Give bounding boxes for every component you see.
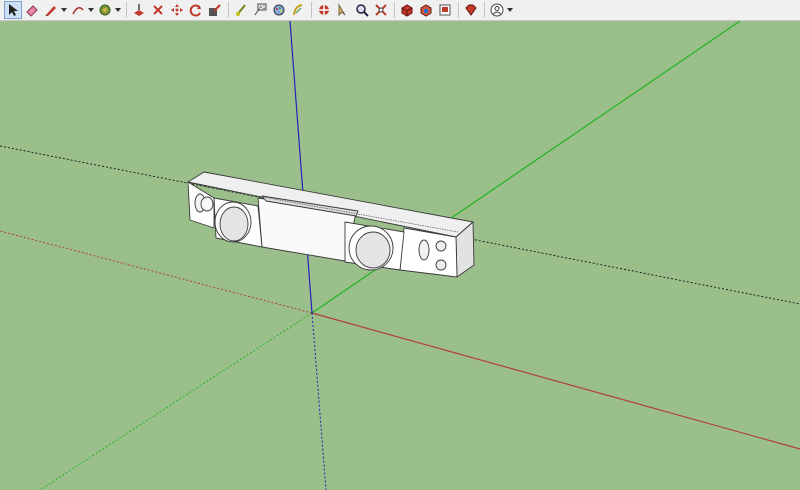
model-right-bottom-hole [435,259,447,271]
model-right-slot-hole [418,239,430,261]
zoom-window-tool-button[interactable] [353,1,371,19]
push-pull-icon [134,4,144,16]
orbit-tool-button[interactable] [289,1,307,19]
select-tool-button[interactable] [4,1,22,19]
send-to-layout-button[interactable] [436,1,454,19]
ruby-console-icon [465,4,477,16]
axes-tool-button[interactable] [270,1,288,19]
arc-icon [72,7,84,15]
user-account-menu-caret[interactable] [507,1,513,19]
push-pull-tool-button[interactable] [130,1,148,19]
toolbar-separator [484,2,485,18]
chevron-down-icon [507,8,513,12]
arrow-cursor-icon [9,4,18,16]
tape-measure-tool-button[interactable] [232,1,250,19]
extension-warehouse-button[interactable] [417,1,435,19]
chevron-down-icon [61,8,67,12]
red-axis-positive [311,312,800,450]
eraser-tool-button[interactable] [23,1,41,19]
follow-me-tool-button[interactable] [187,1,205,19]
toolbar-separator [394,2,395,18]
text-icon: A1 [254,3,267,16]
3d-model[interactable] [187,171,475,278]
toolbar-separator [228,2,229,18]
3d-warehouse-button[interactable] [398,1,416,19]
pencil-icon [45,6,56,17]
zoom-tool-button[interactable] [334,1,352,19]
green-axis-negative [39,312,313,490]
move-tool-button[interactable] [168,1,186,19]
tape-measure-icon [236,4,246,16]
move-icon [171,4,183,16]
line-tool-menu-caret[interactable] [61,1,67,19]
3d-viewport[interactable] [0,21,800,490]
pan-tool-button[interactable] [315,1,333,19]
user-account-button[interactable] [488,1,506,19]
blue-axis-positive [289,21,313,314]
offset-icon [209,4,221,16]
arc-tool-menu-caret[interactable] [88,1,94,19]
toolbar-separator [458,2,459,18]
model-left-ring-hole [200,196,214,212]
axes-icon [273,4,285,16]
user-account-icon [490,3,504,17]
chevron-down-icon [115,8,121,12]
send-to-layout-icon [439,4,451,16]
paint-bucket-icon [99,4,111,16]
model-right-top-hole [435,240,447,252]
text-tool-button[interactable]: A1 [251,1,269,19]
paint-tool-button[interactable] [96,1,114,19]
follow-me-icon [189,4,201,17]
model-left-bore-inner [219,206,249,242]
paint-tool-menu-caret[interactable] [115,1,121,19]
3d-warehouse-icon [401,4,413,17]
orbit-icon [293,4,303,16]
toolbar-separator [126,2,127,18]
toolbar-separator [311,2,312,18]
offset-tool-button[interactable] [206,1,224,19]
main-toolbar: A1 [0,0,800,21]
zoom-extents-tool-button[interactable] [372,1,390,19]
rotate-icon [153,5,163,15]
line-tool-button[interactable] [42,1,60,19]
svg-text:A1: A1 [259,5,266,11]
rotate-tool-button[interactable] [149,1,167,19]
chevron-down-icon [88,8,94,12]
arc-tool-button[interactable] [69,1,87,19]
pan-hand-icon [319,5,329,15]
eraser-icon [26,5,38,17]
zoom-extents-icon [375,4,387,16]
zoom-icon [338,3,346,17]
magnifier-icon [356,4,369,17]
blue-axis-negative [311,312,327,490]
ruby-console-button[interactable] [462,1,480,19]
extension-warehouse-icon [420,4,432,17]
model-right-bore-inner [355,231,391,269]
